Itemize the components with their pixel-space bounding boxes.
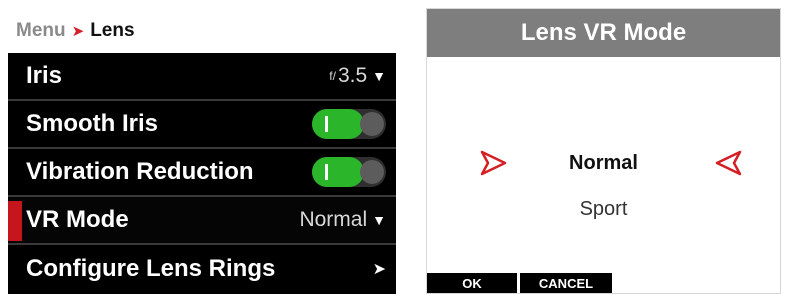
iris-fstop: 3.5 — [337, 64, 368, 87]
menu-item-vr-mode[interactable]: VR Mode Normal ▼ — [8, 197, 396, 245]
smooth-iris-toggle[interactable] — [312, 109, 386, 139]
cancel-button[interactable]: CANCEL — [520, 273, 612, 293]
option-sport[interactable]: Sport — [427, 198, 780, 221]
ok-button[interactable]: OK — [427, 273, 517, 293]
toggle-knob — [360, 112, 384, 136]
configure-lens-rings-label: Configure Lens Rings — [26, 255, 276, 282]
toggle-on-indicator-icon — [325, 116, 328, 132]
breadcrumb-lens: Lens — [90, 19, 135, 41]
breadcrumb: Menu ➤ Lens — [8, 8, 396, 53]
iris-value[interactable]: f/ 3.5 ▼ — [329, 64, 386, 88]
menu-item-configure-lens-rings[interactable]: Configure Lens Rings ➤ — [8, 245, 396, 293]
lens-menu-panel: Menu ➤ Lens Iris f/ 3.5 ▼ Smooth Iris Vi… — [8, 8, 396, 294]
selection-arrow-right-icon — [715, 150, 742, 176]
iris-label: Iris — [26, 62, 63, 89]
menu-item-smooth-iris[interactable]: Smooth Iris — [8, 101, 396, 149]
toggle-on-track — [312, 109, 364, 139]
vr-mode-label: VR Mode — [26, 206, 129, 233]
toggle-knob — [360, 160, 384, 184]
vibration-reduction-toggle[interactable] — [312, 157, 386, 187]
lens-vr-mode-dialog: Lens VR Mode Normal Sport OK CANCEL — [426, 8, 781, 294]
smooth-iris-label: Smooth Iris — [26, 110, 159, 137]
dropdown-caret-icon: ▼ — [372, 68, 386, 84]
toggle-on-indicator-icon — [325, 164, 328, 180]
vr-mode-current: Normal — [299, 208, 368, 231]
vibration-reduction-label: Vibration Reduction — [26, 158, 254, 185]
dropdown-caret-icon: ▼ — [372, 212, 386, 228]
breadcrumb-chevron-icon: ➤ — [71, 22, 85, 40]
breadcrumb-menu[interactable]: Menu — [16, 20, 66, 42]
vr-mode-value[interactable]: Normal ▼ — [299, 208, 386, 232]
menu-item-iris[interactable]: Iris f/ 3.5 ▼ — [8, 53, 396, 101]
submenu-arrow-icon: ➤ — [372, 261, 386, 278]
selection-marker — [8, 201, 22, 241]
fstop-prefix: f/ — [329, 69, 336, 83]
softkey-bar: OK CANCEL — [427, 273, 615, 293]
menu-item-vibration-reduction[interactable]: Vibration Reduction — [8, 149, 396, 197]
dialog-title: Lens VR Mode — [427, 9, 780, 57]
toggle-on-track — [312, 157, 364, 187]
